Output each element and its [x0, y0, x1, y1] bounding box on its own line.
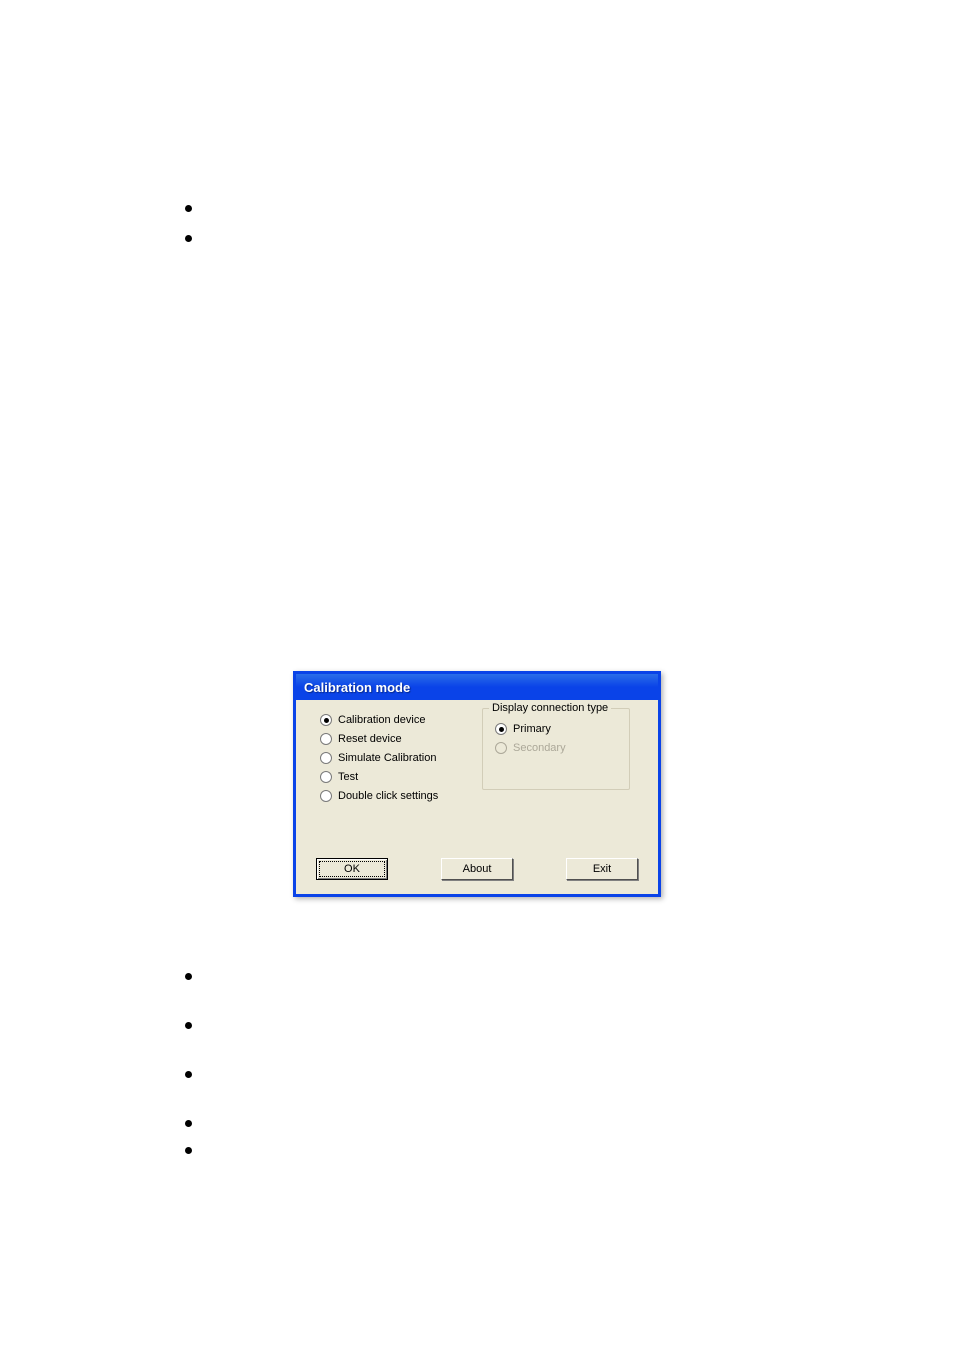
- exit-button[interactable]: Exit: [566, 858, 638, 880]
- radio-calibration-device[interactable]: Calibration device: [320, 714, 438, 726]
- bullet-icon: [185, 973, 192, 980]
- radio-label: Double click settings: [338, 790, 438, 802]
- ok-button[interactable]: OK: [316, 858, 388, 880]
- radio-icon: [320, 752, 332, 764]
- radio-primary[interactable]: Primary: [495, 723, 617, 735]
- radio-label: Simulate Calibration: [338, 752, 436, 764]
- bullet-icon: [185, 1071, 192, 1078]
- radio-label: Test: [338, 771, 358, 783]
- mode-radio-group: Calibration device Reset device Simulate…: [320, 714, 438, 809]
- radio-icon: [495, 723, 507, 735]
- dialog-titlebar[interactable]: Calibration mode: [296, 674, 658, 700]
- radio-label: Calibration device: [338, 714, 425, 726]
- radio-test[interactable]: Test: [320, 771, 438, 783]
- dialog-title: Calibration mode: [304, 680, 410, 695]
- bullet-list-bottom: [185, 973, 192, 1174]
- bullet-icon: [185, 205, 192, 212]
- display-connection-groupbox: Display connection type Primary Secondar…: [482, 708, 630, 790]
- bullet-icon: [185, 1120, 192, 1127]
- radio-reset-device[interactable]: Reset device: [320, 733, 438, 745]
- radio-icon: [320, 714, 332, 726]
- radio-icon: [320, 790, 332, 802]
- bullet-icon: [185, 1022, 192, 1029]
- radio-secondary: Secondary: [495, 742, 617, 754]
- dialog-body: Calibration device Reset device Simulate…: [296, 700, 658, 894]
- groupbox-content: Primary Secondary: [483, 709, 629, 775]
- radio-double-click-settings[interactable]: Double click settings: [320, 790, 438, 802]
- radio-label: Secondary: [513, 742, 566, 754]
- bullet-icon: [185, 1147, 192, 1154]
- bullet-list-top: [185, 205, 192, 265]
- about-button[interactable]: About: [441, 858, 513, 880]
- radio-icon: [320, 771, 332, 783]
- radio-icon: [495, 742, 507, 754]
- radio-label: Primary: [513, 723, 551, 735]
- radio-icon: [320, 733, 332, 745]
- calibration-mode-dialog: Calibration mode Calibration device Rese…: [293, 671, 661, 897]
- dialog-button-row: OK About Exit: [316, 858, 638, 880]
- groupbox-title: Display connection type: [489, 702, 611, 714]
- radio-label: Reset device: [338, 733, 402, 745]
- bullet-icon: [185, 235, 192, 242]
- radio-simulate-calibration[interactable]: Simulate Calibration: [320, 752, 438, 764]
